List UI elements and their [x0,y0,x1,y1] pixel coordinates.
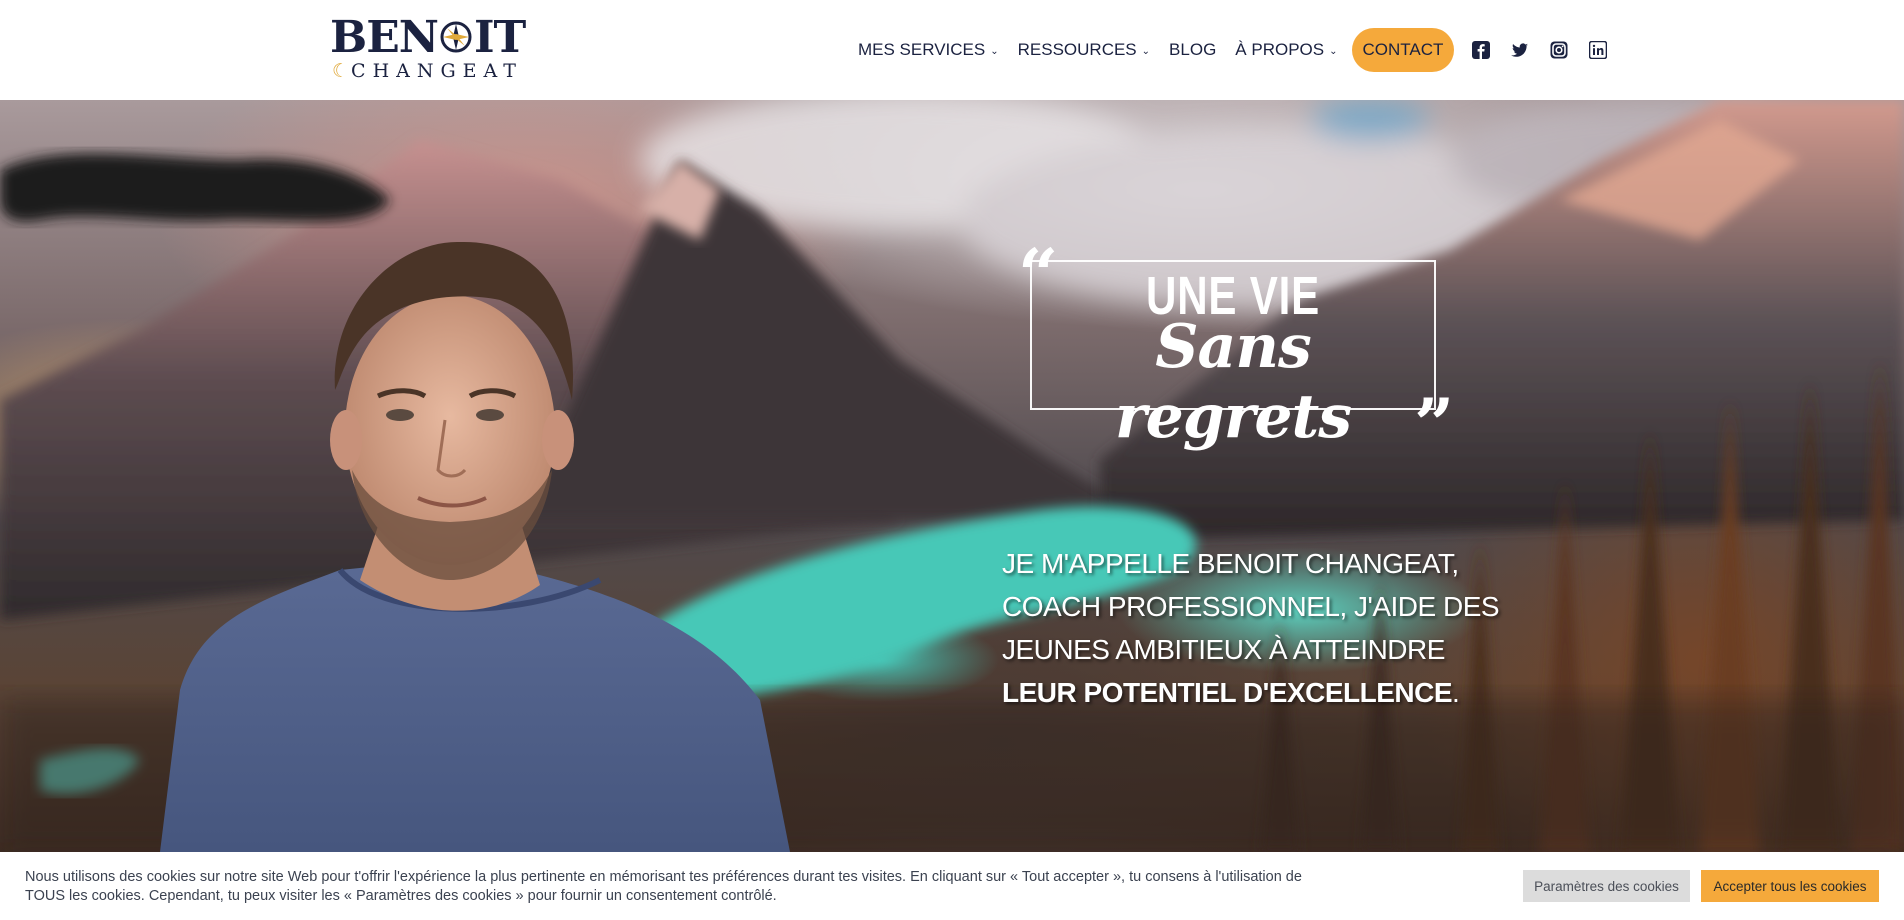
intro-part: JE M'APPELLE BENOIT CHANGEAT, COACH PROF… [1002,548,1500,665]
portrait-photo [160,241,790,852]
cookie-message: Nous utilisons des cookies sur notre sit… [25,869,1302,904]
nav-label: BLOG [1169,40,1217,59]
twitter-icon[interactable] [1511,41,1529,59]
moon-icon: ☾ [332,60,350,82]
logo-top-text: BEN IT [330,16,526,60]
nav-label: RESSOURCES [1017,40,1137,59]
chevron-down-icon: ⌄ [1141,45,1151,57]
cookie-banner: Nous utilisons des cookies sur notre sit… [0,852,1904,920]
cookie-settings-button[interactable]: Paramètres des cookies [1523,870,1690,902]
logo-bottom-text: ☾ CHANGEAT [332,60,523,82]
contact-button[interactable]: CONTACT [1351,28,1455,72]
facebook-icon[interactable] [1472,41,1491,59]
social-links [1472,41,1628,59]
intro-text: JE M'APPELLE BENOIT CHANGEAT, COACH PROF… [1002,542,1502,714]
quote-subtitle: Sans regrets [1114,312,1352,452]
linkedin-icon[interactable] [1589,41,1608,59]
contact-label: CONTACT [1362,40,1444,59]
compass-icon [440,21,472,53]
logo-text-left: BEN [330,12,439,63]
nav-item-ressources[interactable]: RESSOURCES ⌄ [1018,40,1150,60]
nav-label: À PROPOS [1235,40,1325,59]
nav-item-blog[interactable]: BLOG [1169,40,1216,60]
site-header: BEN IT ☾ CHANGEAT MES SERVICES ⌄ RESSOURCE… [0,0,1904,100]
logo-subtitle: CHANGEAT [351,60,523,82]
chevron-down-icon: ⌄ [1329,45,1338,57]
open-quote-icon: “ [1018,233,1059,316]
cookie-accept-button[interactable]: Accepter tous les cookies [1701,870,1879,902]
nav-item-services[interactable]: MES SERVICES ⌄ [858,40,999,60]
intro-end: . [1452,677,1460,708]
instagram-icon[interactable] [1550,41,1568,59]
chevron-down-icon: ⌄ [990,45,999,57]
hero-section: “ ” UNE VIE Sans regrets JE M'APPELLE BE… [0,100,1904,852]
logo-text-right: IT [473,12,526,63]
site-logo[interactable]: BEN IT ☾ CHANGEAT [330,16,526,83]
nav-item-a-propos[interactable]: À PROPOS ⌄ [1235,40,1337,60]
nav-label: MES SERVICES [858,40,986,59]
intro-highlight: LEUR POTENTIEL D'EXCELLENCE [1002,677,1453,708]
main-nav: MES SERVICES ⌄ RESSOURCES ⌄ BLOG À PROPOS ⌄… [858,28,1628,72]
